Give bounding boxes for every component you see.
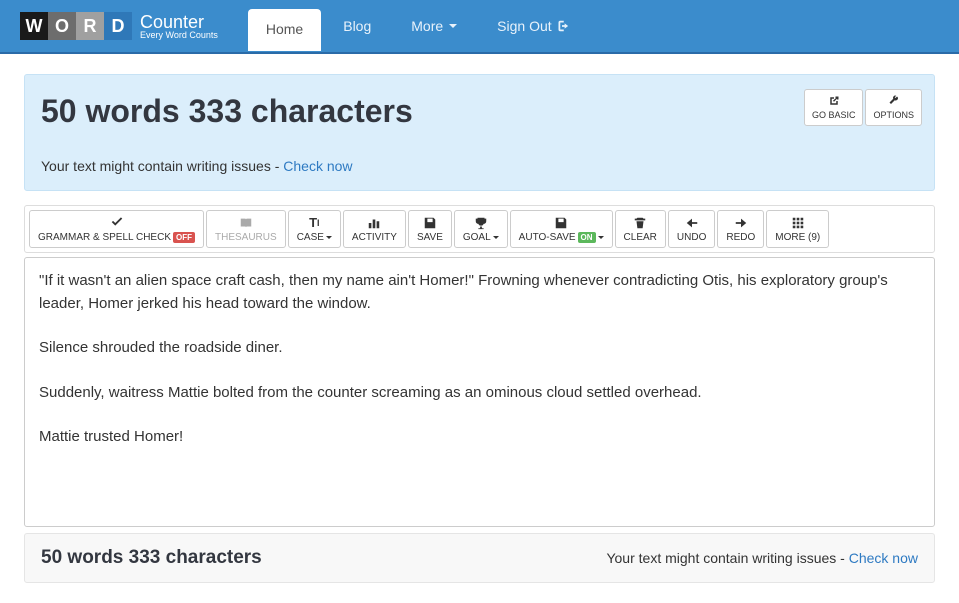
top-buttons: GO BASIC OPTIONS bbox=[804, 89, 922, 126]
check-icon bbox=[110, 216, 124, 230]
bar-chart-icon bbox=[367, 216, 381, 230]
undo-label: UNDO bbox=[677, 232, 706, 243]
case-button[interactable]: TI CASE bbox=[288, 210, 341, 248]
nav-more[interactable]: More bbox=[393, 1, 475, 51]
grammar-check-button[interactable]: GRAMMAR & SPELL CHECK OFF bbox=[29, 210, 204, 248]
goal-button[interactable]: GOAL bbox=[454, 210, 508, 248]
issue-line: Your text might contain writing issues -… bbox=[41, 158, 918, 174]
clear-label: CLEAR bbox=[624, 232, 657, 243]
clear-button[interactable]: CLEAR bbox=[615, 210, 666, 248]
chevron-down-icon bbox=[449, 24, 457, 28]
nav-blog[interactable]: Blog bbox=[325, 1, 389, 51]
top-panel: 50 words 333 characters Your text might … bbox=[24, 74, 935, 191]
footer-check-now-link[interactable]: Check now bbox=[849, 550, 918, 566]
toolbar: GRAMMAR & SPELL CHECK OFF THESAURUS TI C… bbox=[29, 210, 930, 248]
logo-text: Counter Every Word Counts bbox=[140, 13, 218, 40]
chevron-down-icon bbox=[326, 236, 332, 239]
text-paragraph: Mattie trusted Homer! bbox=[39, 426, 920, 449]
logo-subtitle: Every Word Counts bbox=[140, 31, 218, 40]
text-paragraph: Silence shrouded the roadside diner. bbox=[39, 337, 920, 360]
toolbar-wrap: GRAMMAR & SPELL CHECK OFF THESAURUS TI C… bbox=[24, 205, 935, 253]
footer-issue-prefix: Your text might contain writing issues - bbox=[606, 550, 848, 566]
save-label: SAVE bbox=[417, 232, 443, 243]
logo-letter-d: D bbox=[104, 12, 132, 40]
more-button[interactable]: MORE (9) bbox=[766, 210, 829, 248]
chevron-down-icon bbox=[598, 236, 604, 239]
grammar-label: GRAMMAR & SPELL CHECK bbox=[38, 232, 171, 243]
more-label: MORE (9) bbox=[775, 232, 820, 243]
issue-prefix: Your text might contain writing issues - bbox=[41, 158, 283, 174]
logo-title: Counter bbox=[140, 13, 218, 31]
bottom-panel: 50 words 333 characters Your text might … bbox=[24, 533, 935, 583]
text-paragraph: Suddenly, waitress Mattie bolted from th… bbox=[39, 382, 920, 405]
trash-icon bbox=[633, 216, 647, 230]
signout-icon bbox=[555, 19, 569, 33]
go-basic-button[interactable]: GO BASIC bbox=[804, 89, 864, 126]
logo-letter-o: O bbox=[48, 12, 76, 40]
logo-boxes: W O R D bbox=[20, 12, 132, 40]
nav-more-label: More bbox=[411, 18, 443, 34]
logo[interactable]: W O R D Counter Every Word Counts bbox=[20, 12, 218, 40]
text-paragraph: "If it wasn't an alien space craft cash,… bbox=[39, 270, 920, 315]
thesaurus-button[interactable]: THESAURUS bbox=[206, 210, 286, 248]
word-count-heading: 50 words 333 characters bbox=[41, 93, 918, 130]
grammar-status-badge: OFF bbox=[173, 232, 195, 243]
navbar: W O R D Counter Every Word Counts Home B… bbox=[0, 0, 959, 54]
go-basic-label: GO BASIC bbox=[812, 110, 856, 120]
goal-label: GOAL bbox=[463, 232, 491, 243]
autosave-status-badge: ON bbox=[578, 232, 596, 243]
activity-button[interactable]: ACTIVITY bbox=[343, 210, 406, 248]
external-link-icon bbox=[828, 95, 840, 107]
thesaurus-label: THESAURUS bbox=[215, 232, 277, 243]
trophy-icon bbox=[474, 216, 488, 230]
autosave-button[interactable]: AUTO-SAVE ON bbox=[510, 210, 613, 248]
main-container: 50 words 333 characters Your text might … bbox=[0, 54, 959, 603]
footer-issue-line: Your text might contain writing issues -… bbox=[606, 550, 918, 566]
logo-letter-r: R bbox=[76, 12, 104, 40]
case-label: CASE bbox=[297, 232, 324, 243]
grid-icon bbox=[791, 216, 805, 230]
floppy-disk-icon bbox=[423, 216, 437, 230]
text-editor[interactable]: "If it wasn't an alien space craft cash,… bbox=[24, 257, 935, 527]
activity-label: ACTIVITY bbox=[352, 232, 397, 243]
word-count-footer: 50 words 333 characters bbox=[41, 547, 262, 569]
options-label: OPTIONS bbox=[873, 110, 914, 120]
nav-signout-label: Sign Out bbox=[497, 18, 551, 34]
save-button[interactable]: SAVE bbox=[408, 210, 452, 248]
wrench-icon bbox=[888, 95, 900, 107]
options-button[interactable]: OPTIONS bbox=[865, 89, 922, 126]
autosave-label: AUTO-SAVE bbox=[519, 232, 576, 243]
check-now-link[interactable]: Check now bbox=[283, 158, 352, 174]
case-icon: TI bbox=[309, 216, 319, 230]
undo-button[interactable]: UNDO bbox=[668, 210, 715, 248]
redo-button[interactable]: REDO bbox=[717, 210, 764, 248]
nav-home[interactable]: Home bbox=[248, 9, 321, 51]
arrow-right-icon bbox=[734, 216, 748, 230]
arrow-left-icon bbox=[685, 216, 699, 230]
floppy-disk-icon bbox=[554, 216, 568, 230]
chevron-down-icon bbox=[493, 236, 499, 239]
book-icon bbox=[239, 216, 253, 230]
redo-label: REDO bbox=[726, 232, 755, 243]
nav-signout[interactable]: Sign Out bbox=[479, 1, 586, 51]
logo-letter-w: W bbox=[20, 12, 48, 40]
nav-items: Home Blog More Sign Out bbox=[248, 1, 587, 51]
